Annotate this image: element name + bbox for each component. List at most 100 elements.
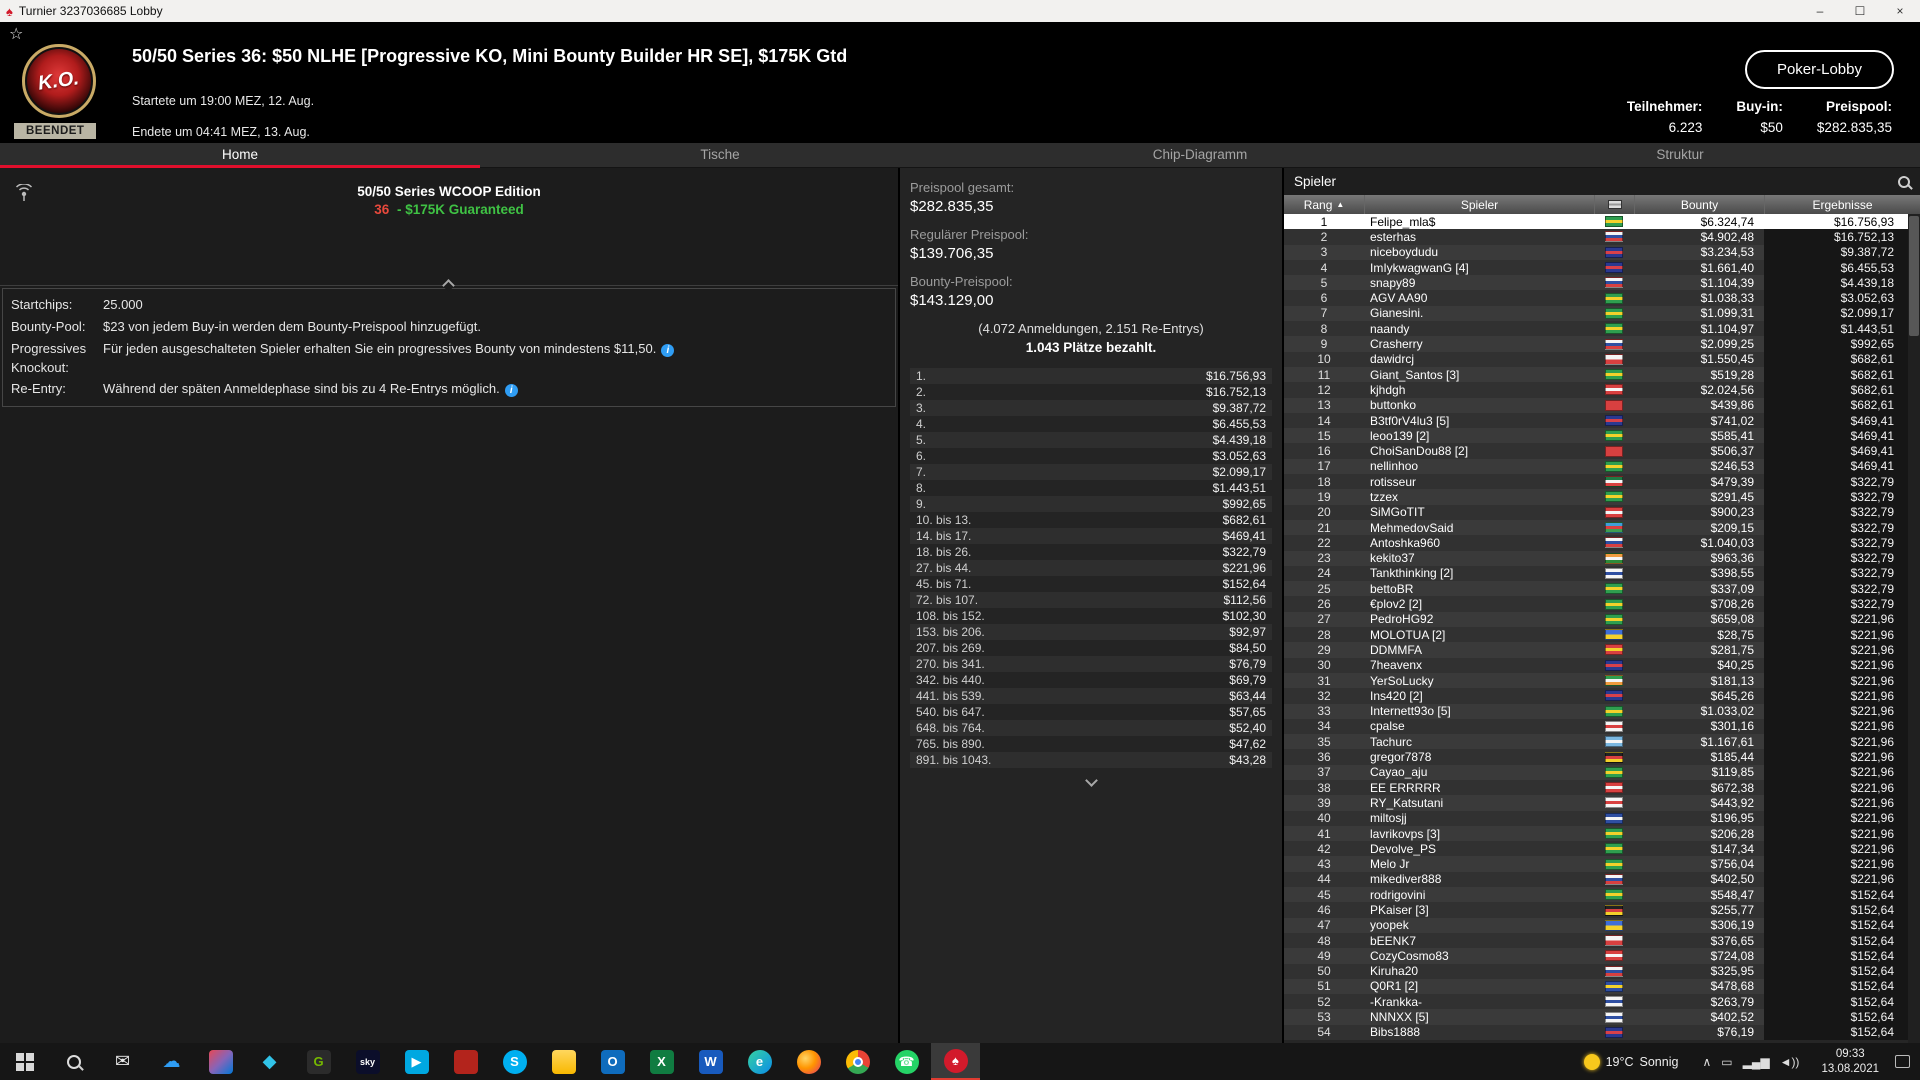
player-row[interactable]: 29DDMMFA$281,75$221,96 (1284, 642, 1908, 657)
taskbar-icon-search[interactable] (49, 1043, 98, 1080)
player-row[interactable]: 47yoopek$306,19$152,64 (1284, 918, 1908, 933)
player-row[interactable]: 14B3tf0rV4lu3 [5]$741,02$469,41 (1284, 413, 1908, 428)
taskbar-icon-sky[interactable]: sky (343, 1043, 392, 1080)
taskbar-icon-photos[interactable] (196, 1043, 245, 1080)
taskbar-icon-file-explorer[interactable] (539, 1043, 588, 1080)
player-row[interactable]: 23kekito37$963,36$322,79 (1284, 551, 1908, 566)
taskbar-icon-onedrive[interactable]: ☁ (147, 1043, 196, 1080)
scrollbar-thumb[interactable] (1909, 216, 1919, 336)
player-row[interactable]: 7Gianesini.$1.099,31$2.099,17 (1284, 306, 1908, 321)
player-row[interactable]: 40miltosjj$196,95$221,96 (1284, 811, 1908, 826)
player-row[interactable]: 11Giant_Santos [3]$519,28$682,61 (1284, 367, 1908, 382)
battery-icon[interactable]: ▭ (1721, 1055, 1732, 1069)
player-row[interactable]: 16ChoiSanDou88 [2]$506,37$469,41 (1284, 443, 1908, 458)
favorite-star-icon[interactable]: ☆ (9, 24, 23, 44)
scroll-down-chevron-icon[interactable] (1085, 774, 1098, 787)
player-row[interactable]: 50Kiruha20$325,95$152,64 (1284, 964, 1908, 979)
player-row[interactable]: 36gregor7878$185,44$221,96 (1284, 749, 1908, 764)
poker-lobby-button[interactable]: Poker-Lobby (1745, 50, 1894, 89)
tab-home[interactable]: Home (0, 143, 480, 167)
minimize-button[interactable]: – (1800, 0, 1840, 22)
tab-chip-diagramm[interactable]: Chip-Diagramm (960, 143, 1440, 167)
player-row[interactable]: 41lavrikovps [3]$206,28$221,96 (1284, 826, 1908, 841)
players-scrollbar[interactable] (1908, 214, 1920, 1043)
player-row[interactable]: 6AGV AA90$1.038,33$3.052,63 (1284, 290, 1908, 305)
player-row[interactable]: 37Cayao_aju$119,85$221,96 (1284, 765, 1908, 780)
weather-widget[interactable]: 19°C Sonnig (1570, 1043, 1693, 1080)
player-row[interactable]: 45rodrigovini$548,47$152,64 (1284, 887, 1908, 902)
maximize-button[interactable]: ☐ (1840, 0, 1880, 22)
column-header-player[interactable]: Spieler (1364, 195, 1594, 214)
player-row[interactable]: 46PKaiser [3]$255,77$152,64 (1284, 902, 1908, 917)
player-row[interactable]: 52-Krankka-$263,79$152,64 (1284, 994, 1908, 1009)
player-row[interactable]: 3niceboydudu$3.234,53$9.387,72 (1284, 245, 1908, 260)
player-row[interactable]: 42Devolve_PS$147,34$221,96 (1284, 841, 1908, 856)
player-row[interactable]: 21MehmedovSaid$209,15$322,79 (1284, 520, 1908, 535)
player-row[interactable]: 54Bibs1888$76,19$152,64 (1284, 1025, 1908, 1040)
taskbar-icon-sky-go[interactable]: ◆ (245, 1043, 294, 1080)
player-row[interactable]: 48bEENK7$376,65$152,64 (1284, 933, 1908, 948)
player-row[interactable]: 33Internett93o [5]$1.033,02$221,96 (1284, 704, 1908, 719)
notification-center-icon[interactable] (1895, 1055, 1910, 1068)
player-row[interactable]: 26€plov2 [2]$708,26$322,79 (1284, 596, 1908, 611)
player-row[interactable]: 43Melo Jr$756,04$221,96 (1284, 856, 1908, 871)
player-row[interactable]: 9Crasherry$2.099,25$992,65 (1284, 336, 1908, 351)
player-row[interactable]: 17nellinhoo$246,53$469,41 (1284, 459, 1908, 474)
player-row[interactable]: 307heavenx$40,25$221,96 (1284, 658, 1908, 673)
volume-icon[interactable]: ◄)) (1780, 1055, 1800, 1069)
column-header-rank[interactable]: Rang ▲ (1284, 195, 1364, 214)
taskbar-icon-red-app[interactable] (441, 1043, 490, 1080)
taskbar-icon-geforce[interactable]: G (294, 1043, 343, 1080)
player-row[interactable]: 27PedroHG92$659,08$221,96 (1284, 612, 1908, 627)
player-row[interactable]: 1Felipe_mla$$6.324,74$16.756,93 (1284, 214, 1908, 229)
player-row[interactable]: 25bettoBR$337,09$322,79 (1284, 581, 1908, 596)
column-header-results[interactable]: Ergebnisse (1764, 195, 1920, 214)
taskbar-icon-skype[interactable]: S (490, 1043, 539, 1080)
player-row[interactable]: 19tzzex$291,45$322,79 (1284, 489, 1908, 504)
player-row[interactable]: 34cpalse$301,16$221,96 (1284, 719, 1908, 734)
player-row[interactable]: 38EE ERRRRR$672,38$221,96 (1284, 780, 1908, 795)
taskbar-icon-prime-video[interactable]: ▶ (392, 1043, 441, 1080)
player-row[interactable]: 39RY_Katsutani$443,92$221,96 (1284, 795, 1908, 810)
tab-struktur[interactable]: Struktur (1440, 143, 1920, 167)
player-row[interactable]: 51Q0R1 [2]$478,68$152,64 (1284, 979, 1908, 994)
player-row[interactable]: 53NNNXX [5]$402,52$152,64 (1284, 1009, 1908, 1024)
player-row[interactable]: 22Antoshka960$1.040,03$322,79 (1284, 535, 1908, 550)
info-icon[interactable]: i (661, 344, 674, 357)
search-icon[interactable] (1898, 176, 1910, 188)
player-row[interactable]: 31YerSoLucky$181,13$221,96 (1284, 673, 1908, 688)
taskbar-icon-whatsapp[interactable]: ☎ (882, 1043, 931, 1080)
player-row[interactable]: 4ImIykwagwanG [4]$1.661,40$6.455,53 (1284, 260, 1908, 275)
player-row[interactable]: 49CozyCosmo83$724,08$152,64 (1284, 948, 1908, 963)
column-header-flag[interactable] (1594, 195, 1634, 214)
player-row[interactable]: 28MOLOTUA [2]$28,75$221,96 (1284, 627, 1908, 642)
player-row[interactable]: 35Tachurc$1.167,61$221,96 (1284, 734, 1908, 749)
player-row[interactable]: 5snapy89$1.104,39$4.439,18 (1284, 275, 1908, 290)
player-row[interactable]: 12kjhdgh$2.024,56$682,61 (1284, 382, 1908, 397)
column-header-bounty[interactable]: Bounty (1634, 195, 1764, 214)
taskbar-icon-excel[interactable]: X (637, 1043, 686, 1080)
taskbar-icon-outlook[interactable]: O (588, 1043, 637, 1080)
close-button[interactable]: × (1880, 0, 1920, 22)
player-row[interactable]: 44mikediver888$402,50$221,96 (1284, 872, 1908, 887)
player-row[interactable]: 13buttonko$439,86$682,61 (1284, 398, 1908, 413)
player-row[interactable]: 20SiMGoTIT$900,23$322,79 (1284, 505, 1908, 520)
player-row[interactable]: 18rotisseur$479,39$322,79 (1284, 474, 1908, 489)
taskbar-clock[interactable]: 09:33 13.08.2021 (1809, 1047, 1891, 1077)
taskbar-icon-mail[interactable]: ✉ (98, 1043, 147, 1080)
player-row[interactable]: 24Tankthinking [2]$398,55$322,79 (1284, 566, 1908, 581)
tab-tische[interactable]: Tische (480, 143, 960, 167)
taskbar-icon-pokerstars[interactable]: ♠ (931, 1043, 980, 1080)
player-row[interactable]: 15leoo139 [2]$585,41$469,41 (1284, 428, 1908, 443)
player-row[interactable]: 10dawidrcj$1.550,45$682,61 (1284, 352, 1908, 367)
player-row[interactable]: 2esterhas$4.902,48$16.752,13 (1284, 229, 1908, 244)
tray-expand-icon[interactable]: ∧ (1702, 1055, 1711, 1069)
taskbar-icon-word[interactable]: W (686, 1043, 735, 1080)
player-row[interactable]: 8naandy$1.104,97$1.443,51 (1284, 321, 1908, 336)
player-row[interactable]: 32Ins420 [2]$645,26$221,96 (1284, 688, 1908, 703)
taskbar-icon-start[interactable] (0, 1043, 49, 1080)
taskbar-icon-firefox[interactable] (784, 1043, 833, 1080)
network-icon[interactable]: ▂▄▆ (1743, 1055, 1770, 1069)
taskbar-icon-edge[interactable]: e (735, 1043, 784, 1080)
info-icon[interactable]: i (505, 384, 518, 397)
